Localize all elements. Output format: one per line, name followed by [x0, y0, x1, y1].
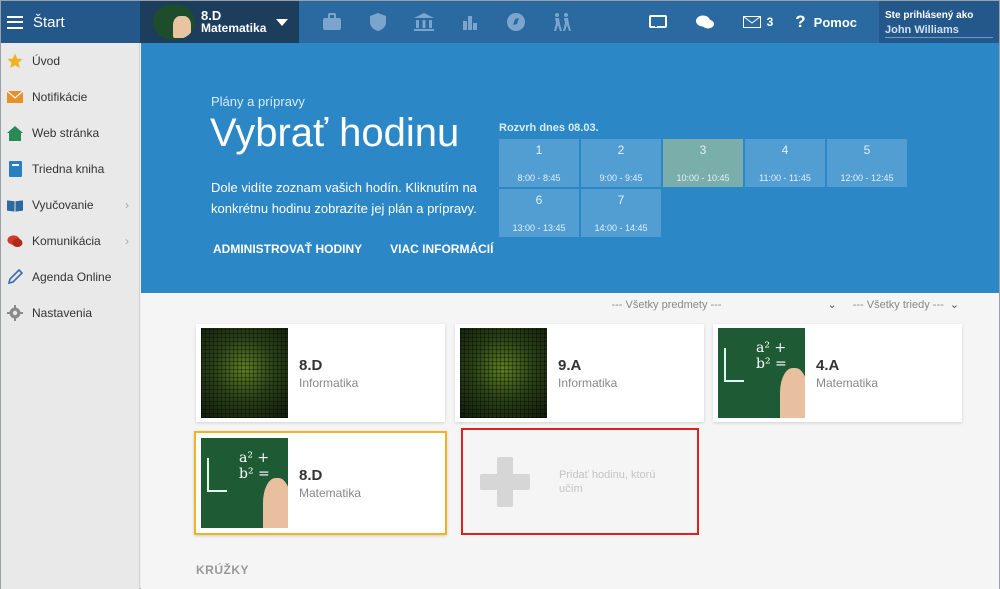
- lesson-thumbnail: [201, 328, 288, 418]
- question-icon: ?: [795, 12, 806, 31]
- page-title: Vybrať hodinu: [210, 111, 460, 155]
- sidebar-item-komunikacia[interactable]: Komunikácia ›: [1, 223, 139, 259]
- page-description: Dole vidíte zoznam vašich hodín. Kliknut…: [211, 180, 477, 216]
- messages-button[interactable]: 3: [742, 15, 774, 29]
- more-info-link[interactable]: VIAC INFORMÁCIÍ: [390, 242, 493, 256]
- schedule-grid: 1 8:00 - 8:45 2 9:00 - 9:45 3 10:00 - 10:45…: [499, 139, 907, 237]
- section-heading-clubs: KRÚŽKY: [196, 563, 249, 577]
- schedule-slot[interactable]: 1 8:00 - 8:45: [499, 139, 579, 187]
- hero-banner: Plány a prípravy Vybrať hodinu Dole vidí…: [141, 43, 999, 293]
- sidebar-item-label: Triedna kniha: [32, 162, 105, 176]
- class-avatar: [153, 4, 195, 40]
- lesson-class: 4.A: [816, 356, 840, 374]
- lesson-subject: Matematika: [299, 485, 362, 500]
- sidebar-item-agenda-online[interactable]: Agenda Online: [1, 259, 139, 295]
- lesson-card-selected[interactable]: a² + b² = 8.D Matematika: [194, 431, 447, 535]
- lessons-area: --- Všetky predmety --- ⌄ --- Všetky tri…: [141, 293, 999, 589]
- lesson-thumbnail: a² + b² =: [201, 438, 288, 528]
- sidebar: Úvod Notifikácie Web stránka Triedna kni…: [1, 43, 140, 589]
- administer-lessons-link[interactable]: ADMINISTROVAŤ HODINY: [213, 242, 362, 256]
- chevron-down-icon: ⌄: [827, 299, 837, 311]
- sidebar-item-label: Úvod: [32, 54, 61, 68]
- user-label: Ste prihlásený ako: [885, 10, 974, 21]
- schedule-slot[interactable]: 4 11:00 - 11:45: [745, 139, 825, 187]
- gear-icon: [7, 305, 23, 321]
- shield-icon[interactable]: [355, 1, 401, 43]
- class-filter-select[interactable]: --- Všetky triedy --- ⌄: [853, 298, 959, 312]
- sidebar-item-web-stranka[interactable]: Web stránka: [1, 115, 139, 151]
- schedule-title: Rozvrh dnes 08.03.: [499, 122, 599, 134]
- sidebar-item-uvod[interactable]: Úvod: [1, 43, 139, 79]
- user-name[interactable]: John Williams: [885, 23, 993, 38]
- chat-icon: [7, 233, 23, 249]
- chevron-right-icon: ›: [125, 198, 129, 212]
- schedule-slot-current[interactable]: 3 10:00 - 10:45: [663, 139, 743, 187]
- chevron-down-icon: ⌄: [949, 299, 959, 311]
- lesson-subject: Informatika: [299, 375, 359, 390]
- lesson-card[interactable]: 8.D Informatika: [196, 324, 445, 422]
- lesson-class: 8.D: [299, 356, 323, 374]
- sidebar-item-notifikacie[interactable]: Notifikácie: [1, 79, 139, 115]
- start-menu-button[interactable]: Štart: [1, 1, 140, 43]
- add-lesson-label: Pridať hodinu, ktorú učím: [559, 468, 656, 495]
- class-subject: Matematika: [201, 21, 267, 35]
- star-icon: [7, 53, 23, 69]
- sidebar-item-label: Agenda Online: [32, 270, 112, 284]
- schedule-slot[interactable]: 2 9:00 - 9:45: [581, 139, 661, 187]
- cast-icon[interactable]: [648, 14, 673, 30]
- lesson-class: 9.A: [558, 356, 582, 374]
- envelope-icon: [742, 16, 761, 28]
- sidebar-item-vyucovanie[interactable]: Vyučovanie ›: [1, 187, 139, 223]
- lesson-subject: Matematika: [816, 375, 879, 390]
- start-label: Štart: [33, 13, 65, 31]
- chat-icon[interactable]: [695, 14, 721, 31]
- institution-icon[interactable]: [401, 1, 447, 43]
- pen-icon: [7, 269, 23, 285]
- schedule-slot[interactable]: 6 13:00 - 13:45: [499, 189, 579, 237]
- add-lesson-button[interactable]: Pridať hodinu, ktorú učím: [461, 428, 699, 535]
- help-button[interactable]: ? Pomoc: [795, 12, 857, 32]
- sidebar-item-nastavenia[interactable]: Nastavenia: [1, 295, 139, 331]
- user-box[interactable]: Ste prihlásený ako John Williams: [879, 1, 999, 43]
- sidebar-item-label: Komunikácia: [32, 234, 101, 248]
- lesson-card[interactable]: 9.A Informatika: [455, 324, 704, 422]
- subject-filter-select[interactable]: --- Všetky predmety --- ⌄: [611, 298, 837, 312]
- lesson-card[interactable]: a² + b² = 4.A Matematika: [713, 324, 962, 422]
- briefcase-icon[interactable]: [309, 1, 355, 43]
- compass-icon[interactable]: [493, 1, 539, 43]
- lesson-thumbnail: [460, 328, 547, 418]
- sidebar-item-label: Vyučovanie: [32, 198, 94, 212]
- class-selector[interactable]: 8.D Matematika: [140, 1, 299, 43]
- hamburger-icon: [7, 15, 23, 29]
- home-icon: [7, 125, 23, 141]
- sidebar-item-label: Notifikácie: [32, 90, 88, 104]
- bar-chart-icon[interactable]: [447, 1, 493, 43]
- messages-count: 3: [766, 15, 774, 29]
- book-icon: [7, 161, 23, 177]
- open-book-icon: [7, 197, 23, 213]
- plus-icon: [480, 456, 530, 507]
- schedule-slot[interactable]: 5 12:00 - 12:45: [827, 139, 907, 187]
- sidebar-item-label: Nastavenia: [32, 306, 93, 320]
- chevron-down-icon: [276, 18, 289, 26]
- top-bar: Štart 8.D Matematika 3 ? Pomoc Ste prihl…: [1, 1, 999, 43]
- people-walking-icon[interactable]: [539, 1, 585, 43]
- lesson-class: 8.D: [299, 466, 323, 484]
- page-subtitle: Plány a prípravy: [211, 94, 305, 109]
- help-label: Pomoc: [813, 14, 857, 30]
- chevron-right-icon: ›: [125, 234, 129, 248]
- sidebar-item-triedna-kniha[interactable]: Triedna kniha: [1, 151, 139, 187]
- schedule-slot[interactable]: 7 14:00 - 14:45: [581, 189, 661, 237]
- sidebar-item-label: Web stránka: [32, 126, 100, 140]
- lesson-thumbnail: a² + b² =: [718, 328, 805, 418]
- lesson-subject: Informatika: [558, 375, 618, 390]
- envelope-icon: [7, 89, 23, 105]
